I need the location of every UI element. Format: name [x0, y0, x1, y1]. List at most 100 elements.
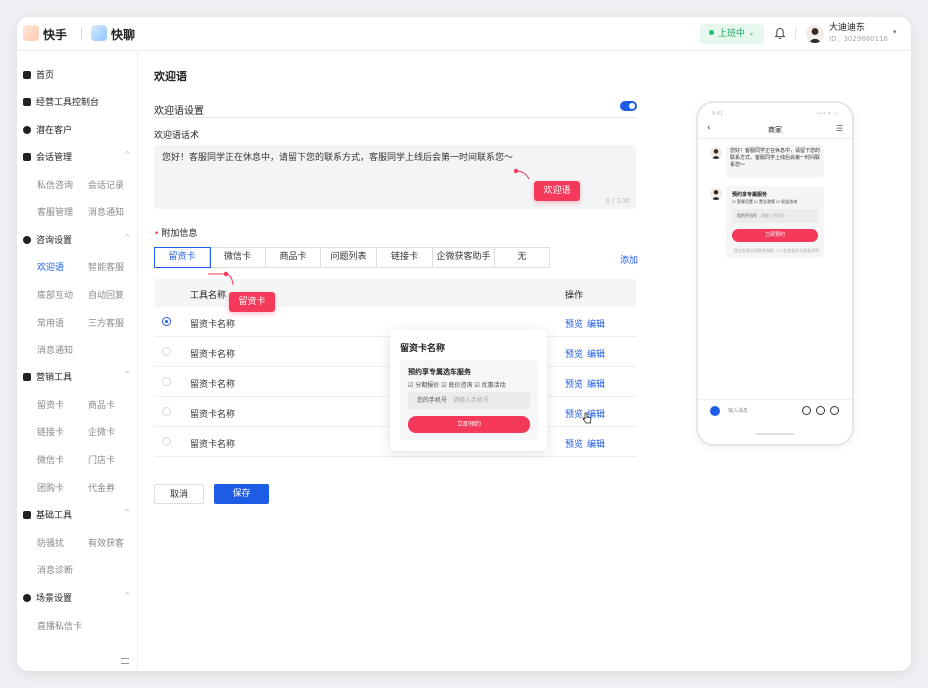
row-tool-name: 留资卡名称	[190, 440, 236, 450]
greeting-bubble: 您好！客服同学正在休息中，请留下您的联系方式，客服同学上线后会第一时间联系您～	[726, 145, 824, 178]
add-button[interactable]: 添加	[620, 253, 638, 266]
phone-submit-button[interactable]: 立即预约	[732, 229, 818, 242]
row-radio[interactable]	[162, 317, 171, 326]
extra-info-label: • 附加信息	[154, 226, 197, 239]
chevron-up-icon[interactable]: ^	[124, 233, 131, 242]
chevron-up-icon[interactable]: ^	[124, 150, 131, 159]
user-avatar[interactable]	[806, 25, 824, 43]
edit-link[interactable]: 编辑	[587, 347, 605, 360]
sidebar-item-msg-notice[interactable]: 消息通知	[88, 205, 124, 218]
privacy-note: 提交即表示同意并授权 个人信息保护与隐私声明	[734, 248, 820, 253]
kuailiao-logo-icon	[91, 25, 107, 41]
message-input[interactable]: 输入消息	[728, 407, 748, 414]
sidebar-group-consult[interactable]: 咨询设置	[23, 233, 72, 246]
preview-link[interactable]: 预览	[565, 437, 583, 450]
user-menu-caret-icon[interactable]: ▾	[893, 28, 897, 36]
tab-lead-card[interactable]: 留资卡	[154, 247, 211, 268]
preview-link[interactable]: 预览	[565, 317, 583, 330]
folder-icon	[23, 373, 31, 381]
user-id: ID：3029880116	[829, 35, 888, 43]
sidebar-item-cs-manage[interactable]: 客服管理	[37, 205, 73, 218]
sidebar-item-session-log[interactable]: 会话记录	[88, 178, 124, 191]
preview-link[interactable]: 预览	[565, 377, 583, 390]
phone-card-input-placeholder: 请输入手机号	[761, 213, 785, 218]
person-icon	[808, 28, 822, 43]
phone-header-divider	[698, 138, 852, 139]
tab-question-list[interactable]: 问题列表	[321, 248, 377, 267]
phone-time: 9:41	[712, 111, 724, 117]
save-button[interactable]: 保存	[214, 484, 269, 504]
edit-link[interactable]: 编辑	[587, 377, 605, 390]
tab-wechat-card[interactable]: 微信卡	[210, 248, 266, 267]
preview-link[interactable]: 预览	[565, 347, 583, 360]
row-tool-name: 留资卡名称	[190, 380, 236, 390]
sidebar-item-effective-leads[interactable]: 有效获客	[88, 536, 124, 549]
sidebar-item-wechat-card[interactable]: 微信卡	[37, 453, 64, 466]
tab-wecom-assistant[interactable]: 企微获客助手	[433, 248, 495, 267]
sidebar-group-label: 场景设置	[36, 594, 73, 604]
row-radio[interactable]	[162, 407, 171, 416]
phone-card-title: 预约享专属服务	[732, 192, 768, 198]
kuaishou-logo-icon	[23, 25, 39, 41]
emoji-icon[interactable]	[816, 406, 825, 415]
row-radio[interactable]	[162, 377, 171, 386]
sidebar-item-bottom-interact[interactable]: 底部互动	[37, 288, 73, 301]
sidebar-group-basic[interactable]: 基础工具	[23, 508, 72, 521]
toolbox-icon	[23, 511, 31, 519]
collapse-sidebar-icon[interactable]	[121, 658, 129, 664]
tab-link-card[interactable]: 链接卡	[377, 248, 433, 267]
tab-none[interactable]: 无	[495, 248, 549, 267]
sidebar-item-private-msg[interactable]: 私信咨询	[37, 178, 73, 191]
camera-icon[interactable]	[710, 406, 720, 416]
card-options: ☑ 分期报价 ☑ 底价咨询 ☑ 优惠活动	[408, 382, 506, 389]
phone-input[interactable]: 您的手机号 请输入手机号	[408, 392, 530, 409]
sidebar-item-store-card[interactable]: 门店卡	[88, 453, 115, 466]
cancel-button[interactable]: 取消	[154, 484, 204, 504]
sidebar-item-link-card[interactable]: 链接卡	[37, 425, 64, 438]
sidebar-item-common-phrases[interactable]: 常用语	[37, 316, 64, 329]
voice-icon[interactable]	[802, 406, 811, 415]
sidebar-item-home[interactable]: 首页	[23, 68, 54, 81]
work-status-dropdown[interactable]: 上班中 ▾	[700, 24, 764, 44]
sidebar-item-msg-diagnose[interactable]: 消息诊断	[37, 563, 73, 576]
sidebar-group-session[interactable]: 会话管理	[23, 150, 72, 163]
sidebar-item-product-card[interactable]: 商品卡	[88, 398, 115, 411]
sidebar-item-welcome[interactable]: 欢迎语	[37, 260, 64, 273]
sidebar-item-auto-reply[interactable]: 自动回复	[88, 288, 124, 301]
sidebar-item-consult-notice[interactable]: 消息通知	[37, 343, 73, 356]
submit-button[interactable]: 立即预约	[408, 416, 530, 433]
sidebar-group-scene[interactable]: 场景设置	[23, 591, 72, 604]
plus-icon[interactable]	[830, 406, 839, 415]
sidebar-item-live-dm-card[interactable]: 直播私信卡	[37, 619, 82, 632]
required-mark: •	[154, 229, 160, 239]
row-radio[interactable]	[162, 347, 171, 356]
bell-icon[interactable]	[774, 27, 786, 40]
phone-card-input[interactable]: 您的手机号 请输入手机号	[732, 209, 818, 223]
sidebar-item-lead-card[interactable]: 留资卡	[37, 398, 64, 411]
sidebar-item-leads[interactable]: 潜在客户	[23, 123, 72, 136]
brand-kuaishou: 快手	[43, 28, 68, 42]
welcome-toggle[interactable]	[620, 101, 637, 111]
menu-icon[interactable]: ☰	[836, 124, 843, 133]
sidebar-item-groupbuy-card[interactable]: 团购卡	[37, 481, 64, 494]
sidebar-item-voucher[interactable]: 代金券	[88, 481, 115, 494]
row-radio[interactable]	[162, 437, 171, 446]
speech-text: 您好！客服同学正在休息中，请留下您的联系方式，客服同学上线后会第一时间联系您～	[162, 153, 514, 163]
row-tool-name: 留资卡名称	[190, 410, 236, 420]
edit-link[interactable]: 编辑	[587, 317, 605, 330]
chevron-up-icon[interactable]: ^	[124, 370, 131, 379]
sidebar-item-anti-harass[interactable]: 防骚扰	[37, 536, 64, 549]
row-tool-name: 留资卡名称	[190, 320, 236, 330]
sidebar-item-smart-cs[interactable]: 智能客服	[88, 260, 124, 273]
col-action: 操作	[565, 291, 584, 301]
preview-link[interactable]: 预览	[565, 407, 583, 420]
sidebar-item-console[interactable]: 经营工具控制台	[23, 95, 99, 108]
sidebar-item-third-party-cs[interactable]: 三方客服	[88, 316, 124, 329]
chevron-up-icon[interactable]: ^	[124, 591, 131, 600]
chevron-up-icon[interactable]: ^	[124, 508, 131, 517]
sidebar-item-wecom-card[interactable]: 企微卡	[88, 425, 115, 438]
tab-product-card[interactable]: 商品卡	[266, 248, 321, 267]
edit-link[interactable]: 编辑	[587, 437, 605, 450]
sidebar-group-marketing[interactable]: 营销工具	[23, 370, 72, 383]
welcome-tag: 欢迎语	[534, 181, 580, 201]
